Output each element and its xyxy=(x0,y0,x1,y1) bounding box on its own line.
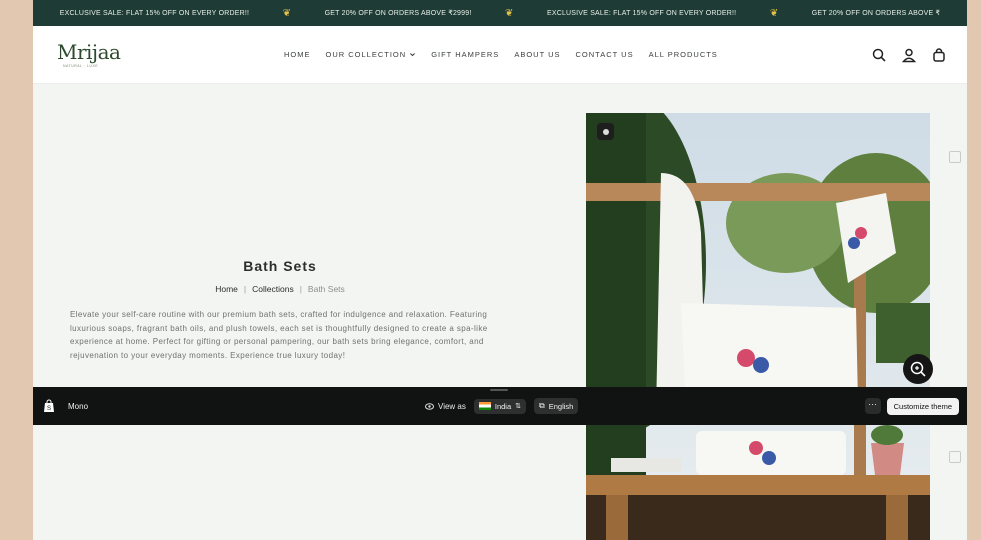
theme-name: Mono xyxy=(68,401,89,411)
language-value: English xyxy=(548,401,574,411)
media-badge-icon xyxy=(597,123,614,140)
leaf-icon: ❦ xyxy=(769,7,779,19)
view-as-text: View as xyxy=(438,401,466,411)
chevron-updown-icon: ⇅ xyxy=(515,403,522,410)
collection-intro: Bath Sets Home | Collections | Bath Sets… xyxy=(70,258,490,362)
theme-preview-bar: S Mono View as India ⇅ ⧉ English ··· Cus… xyxy=(33,387,967,425)
site-header: Mrijaa NATURAL · LUXE HOME OUR COLLECTIO… xyxy=(33,26,967,84)
shopify-icon: S xyxy=(44,399,54,412)
announcement-message: EXCLUSIVE SALE: FLAT 15% OFF ON EVERY OR… xyxy=(59,9,250,17)
account-icon[interactable] xyxy=(901,47,917,63)
more-options-button[interactable]: ··· xyxy=(864,398,881,414)
nav-about-us[interactable]: ABOUT US xyxy=(514,50,560,59)
view-as-label: View as xyxy=(425,402,466,411)
image-placeholder-icon xyxy=(949,151,961,163)
breadcrumb-separator: | xyxy=(299,284,302,294)
language-icon: ⧉ xyxy=(539,401,545,410)
bath-towels-photo xyxy=(586,113,930,540)
logo-tagline: NATURAL · LUXE xyxy=(63,63,99,68)
theme-bar-actions: ··· Customize theme xyxy=(864,397,959,415)
site-logo[interactable]: Mrijaa NATURAL · LUXE xyxy=(57,42,147,68)
logo-wordmark: Mrijaa xyxy=(57,39,121,64)
page-title: Bath Sets xyxy=(243,258,317,274)
breadcrumb-current: Bath Sets xyxy=(307,284,345,294)
breadcrumb-collections[interactable]: Collections xyxy=(252,284,294,294)
nav-label: HOME xyxy=(284,50,311,59)
nav-label: CONTACT US xyxy=(575,50,634,59)
search-icon[interactable] xyxy=(871,47,887,63)
leaf-icon: ❦ xyxy=(505,7,514,19)
nav-our-collection[interactable]: OUR COLLECTION xyxy=(326,50,417,59)
main-nav: HOME OUR COLLECTION GIFT HAMPERS ABOUT U… xyxy=(284,50,718,59)
nav-home[interactable]: HOME xyxy=(284,50,311,59)
announcement-message: EXCLUSIVE SALE: FLAT 15% OFF ON EVERY OR… xyxy=(546,9,737,17)
collection-description: Elevate your self-care routine with our … xyxy=(70,310,488,360)
nav-contact-us[interactable]: CONTACT US xyxy=(576,50,634,59)
bag-icon[interactable] xyxy=(931,47,947,63)
nav-label: OUR COLLECTION xyxy=(325,50,407,59)
breadcrumb-home[interactable]: Home xyxy=(215,284,238,294)
chevron-down-icon xyxy=(410,53,416,57)
nav-gift-hampers[interactable]: GIFT HAMPERS xyxy=(431,50,499,59)
eye-icon xyxy=(425,402,434,410)
nav-label: ALL PRODUCTS xyxy=(648,50,718,59)
image-placeholder-icon xyxy=(949,451,961,463)
customize-theme-button[interactable]: Customize theme xyxy=(886,397,959,415)
language-select[interactable]: ⧉ English xyxy=(534,398,579,414)
announcement-bar: EXCLUSIVE SALE: FLAT 15% OFF ON EVERY OR… xyxy=(33,0,967,26)
storefront-frame: EXCLUSIVE SALE: FLAT 15% OFF ON EVERY OR… xyxy=(33,0,967,540)
preview-controls: View as India ⇅ ⧉ English xyxy=(425,398,579,414)
breadcrumb-separator: | xyxy=(243,284,247,294)
announcement-message: GET 20% OFF ON ORDERS ABOVE ₹2999! xyxy=(324,10,472,17)
breadcrumb: Home | Collections | Bath Sets xyxy=(70,284,490,294)
svg-text:S: S xyxy=(47,406,51,412)
india-flag-icon xyxy=(478,402,491,410)
header-actions xyxy=(871,47,947,63)
country-value: India xyxy=(494,401,512,411)
announcement-message: GET 20% OFF ON ORDERS ABOVE ₹ xyxy=(811,10,941,17)
nav-all-products[interactable]: ALL PRODUCTS xyxy=(649,50,718,59)
collection-hero-image xyxy=(586,113,930,540)
leaf-icon: ❦ xyxy=(282,7,292,19)
country-select[interactable]: India ⇅ xyxy=(473,398,527,414)
zoom-icon[interactable] xyxy=(903,354,933,384)
nav-label: GIFT HAMPERS xyxy=(431,50,500,59)
nav-label: ABOUT US xyxy=(514,50,561,59)
drag-handle[interactable] xyxy=(490,389,508,391)
